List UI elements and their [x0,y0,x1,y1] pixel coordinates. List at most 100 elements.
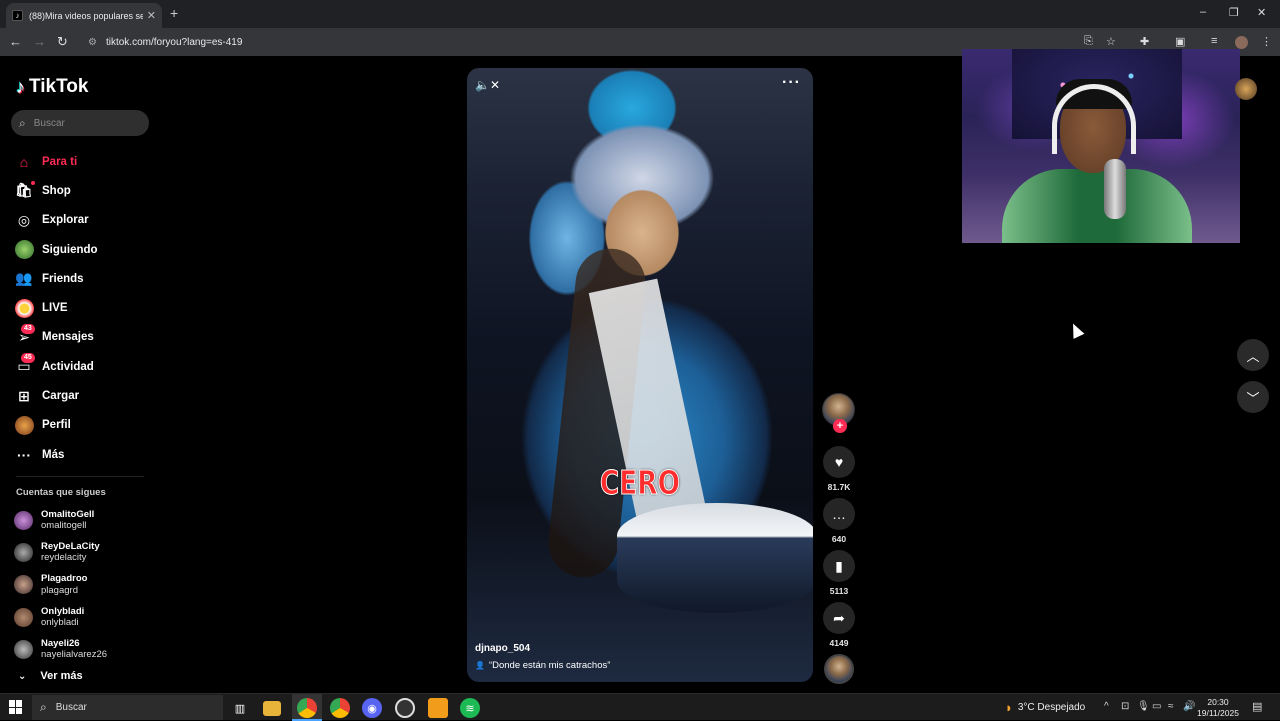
nav-item-shop[interactable]: 🛍 Shop [14,176,154,205]
forward-icon[interactable]: → [33,34,46,49]
notifications-icon[interactable]: ▤ [1252,700,1262,713]
share-action[interactable]: ➦ 4149 [823,602,855,648]
task-view-icon[interactable]: ▥ [230,698,250,718]
user-avatar[interactable] [1235,78,1257,100]
menu-icon[interactable]: ⋮ [1261,35,1272,48]
next-video-button[interactable]: ﹀ [1237,381,1269,413]
mouse-cursor-icon [1067,321,1085,339]
video-player[interactable]: 🔈✕ ··· CERO djnapo_504 👤 “Donde están mi… [467,68,813,682]
weather-widget[interactable]: ◗ 3°C Despejado [1005,700,1085,715]
nav-item-para-ti[interactable]: ⌂ Para ti [14,147,154,176]
bookmark-star-icon[interactable]: ☆ [1106,35,1116,48]
restore-icon[interactable]: ❐ [1229,6,1239,19]
bookmark-icon[interactable]: ▮ [823,550,855,582]
webcam-overlay [962,49,1240,243]
profile-icon[interactable] [1235,36,1248,49]
search-input[interactable] [33,117,134,129]
webcam-microphone [1104,159,1126,219]
date: 19/11/2025 [1197,707,1239,718]
taskbar-clock[interactable]: 20:30 19/11/2025 [1197,697,1239,718]
nav-item-explorar[interactable]: ◎ Explorar [14,206,154,235]
account-handle: nayelialvarez26 [41,649,108,661]
live-icon [14,298,34,318]
minimize-icon[interactable]: – [1200,6,1206,18]
chrome-icon[interactable] [297,698,317,718]
wifi-icon[interactable]: ≈ [1168,701,1174,712]
chrome-profile-icon[interactable] [330,698,350,718]
discord-icon[interactable]: ◉ [362,698,382,718]
more-options-icon[interactable]: ··· [782,74,801,92]
video-description-text: “Donde están mis catrachos” [488,660,611,671]
close-window-icon[interactable]: ✕ [1257,6,1266,19]
extensions-icon[interactable]: ✚ [1140,35,1149,48]
see-more-button[interactable]: ⌄ Ver más [18,670,83,682]
list-item[interactable]: Plagadrоо plagagrd [14,569,154,601]
music-disc-avatar[interactable] [824,654,854,684]
nav-label: Shop [42,184,71,197]
nav-item-friends[interactable]: 👥 Friends [14,264,154,293]
chevron-down-icon: ﹀ [1246,390,1260,406]
nav-label: Cargar [42,390,80,403]
avatar [14,639,33,659]
windows-start-icon[interactable] [9,700,23,714]
like-count: 81.7K [827,482,851,492]
app-icon[interactable] [428,698,448,718]
nav-item-cargar[interactable]: ⊞ Cargar [14,381,154,410]
save-action[interactable]: ▮ 5113 [823,550,855,596]
weather-text: 3°C Despejado [1017,702,1086,713]
obs-icon[interactable] [395,698,415,718]
nav-item-mensajes[interactable]: ➢ 43 Mensajes [14,323,154,352]
comment-icon[interactable]: … [823,498,855,530]
browser-tabbar: ♪ (88)Mira videos populares sele ✕ + – ❐… [0,0,1280,28]
address-bar[interactable]: ⚙ tiktok.com/foryou?lang=es-419 [80,32,1080,52]
browser-tab[interactable]: ♪ (88)Mira videos populares sele ✕ [6,3,162,28]
account-name: ReyDeLaCity [41,540,100,552]
reload-icon[interactable]: ↻ [57,34,68,50]
chevron-down-icon: ⌄ [18,670,27,682]
nav-label: Siguiendo [42,243,98,256]
account-name: Onlybladi [41,605,85,617]
nav-item-mas[interactable]: ··· Más [14,440,154,469]
site-info-icon[interactable]: ⚙ [88,37,97,48]
nav-item-siguiendo[interactable]: Siguiendo [14,235,154,264]
video-author[interactable]: djnapo_504 [475,643,530,654]
list-item[interactable]: Onlybladi onlybladi [14,601,154,633]
media-icon[interactable]: ▣ [1175,35,1185,48]
install-app-icon[interactable]: ⎘ [1084,35,1093,48]
back-icon[interactable]: ← [9,34,22,49]
file-explorer-icon[interactable] [263,701,281,716]
search-box[interactable]: ⌕ [11,110,149,136]
new-tab-button[interactable]: + [170,5,178,21]
close-tab-icon[interactable]: ✕ [147,9,156,22]
network-device-icon[interactable]: ⊡ [1121,701,1129,712]
monitor-icon[interactable]: ▭ [1152,701,1161,712]
creator-avatar[interactable]: + [822,393,855,433]
spotify-icon[interactable]: ≋ [460,698,480,718]
previous-video-button[interactable]: ︿ [1237,339,1269,371]
url-text: tiktok.com/foryou?lang=es-419 [105,36,243,48]
volume-icon[interactable]: 🔊 [1183,701,1195,712]
list-item[interactable]: Nayeli26 nayelialvarez26 [14,633,154,665]
heart-icon[interactable]: ♥ [823,446,855,478]
avatar [14,575,33,595]
like-action[interactable]: ♥ 81.7K [823,446,855,492]
tiktok-logo[interactable]: ♪ TikTok [16,76,88,98]
nav-item-actividad[interactable]: ▭ 45 Actividad [14,352,154,381]
nav-item-perfil[interactable]: Perfil [14,411,154,440]
list-item[interactable]: OmalitoGell omalitogell [14,504,154,536]
taskbar-search-label: Buscar [55,702,87,713]
nav-label: Actividad [42,360,94,373]
nav-label: LIVE [42,302,68,315]
share-icon[interactable]: ➦ [823,602,855,634]
nav-item-live[interactable]: LIVE [14,293,154,322]
tray-chevron-up-icon[interactable]: ^ [1104,701,1109,712]
mute-icon[interactable]: 🔈✕ [475,78,500,92]
follow-plus-icon[interactable]: + [833,419,847,433]
sidebar: ♪ TikTok ⌕ ⌂ Para ti 🛍 Shop ◎ Explorar S… [0,58,165,692]
comment-action[interactable]: … 640 [823,498,855,544]
list-item[interactable]: ReyDeLaCity reydelacity [14,536,154,568]
reading-list-icon[interactable]: ≡ [1211,35,1217,47]
taskbar-search[interactable]: ⌕ Buscar [32,695,223,720]
microphone-icon[interactable]: 🎙 [1137,701,1150,712]
search-icon: ⌕ [19,115,26,130]
